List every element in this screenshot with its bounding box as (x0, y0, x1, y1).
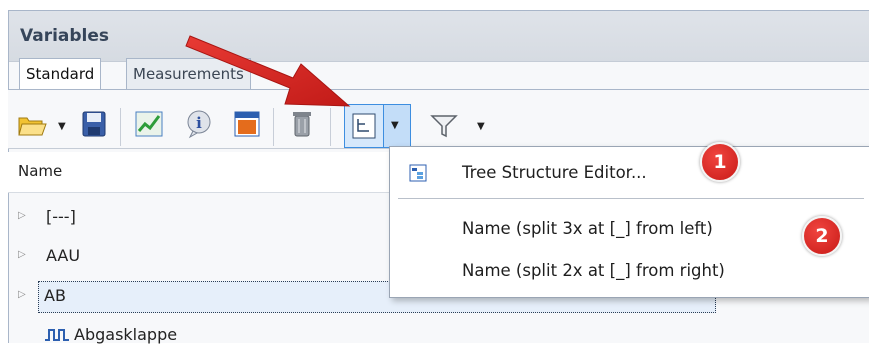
tab-standard[interactable]: Standard (19, 58, 102, 91)
menu-item-split-2x-right[interactable]: Name (split 2x at [_] from right) (390, 253, 868, 289)
tree-row-label: Abgasklappe (74, 325, 178, 344)
callout-badge-2: 2 (802, 216, 842, 256)
menu-item-label: Name (split 3x at [_] from left) (462, 219, 713, 238)
table-icon[interactable] (232, 109, 262, 139)
toolbar-separator (330, 108, 331, 146)
expand-arrow-icon[interactable]: ▷ (18, 210, 26, 221)
menu-item-label: Name (split 2x at [_] from right) (462, 261, 725, 280)
filter-dropdown-arrow[interactable]: ▼ (477, 121, 485, 132)
open-folder-icon[interactable] (16, 109, 48, 139)
tree-structure-button[interactable] (344, 104, 384, 148)
tree-row-label: [---] (46, 207, 76, 226)
toolbar-separator (273, 108, 274, 146)
tree-structure-icon (352, 113, 376, 139)
chevron-down-icon: ▼ (391, 120, 399, 131)
filter-icon[interactable] (428, 110, 460, 140)
tree-row[interactable]: Abgasklappe (8, 318, 869, 354)
tree-editor-icon (408, 163, 428, 187)
callout-badge-1: 1 (700, 142, 740, 182)
menu-item-split-3x-left[interactable]: Name (split 3x at [_] from left) (390, 211, 868, 247)
open-dropdown-arrow[interactable]: ▼ (58, 121, 66, 132)
toolbar-separator (120, 108, 121, 146)
menu-item-tree-structure-editor[interactable]: Tree Structure Editor... (390, 155, 868, 191)
info-icon[interactable]: i (184, 109, 214, 139)
save-icon[interactable] (80, 109, 108, 139)
tree-structure-menu: Tree Structure Editor... Name (split 3x … (389, 146, 869, 298)
expand-arrow-icon[interactable]: ▷ (18, 289, 26, 300)
tree-row-label: AAU (46, 246, 81, 265)
chart-icon[interactable] (134, 109, 164, 139)
panel-title: Variables (20, 26, 110, 46)
tab-measurements[interactable]: Measurements (126, 58, 251, 90)
panel-title-bar: Variables (9, 11, 869, 62)
menu-item-label: Tree Structure Editor... (462, 163, 647, 182)
column-header-name: Name (18, 162, 63, 180)
expand-arrow-icon[interactable]: ▷ (18, 249, 26, 260)
tree-row-label: AB (44, 286, 66, 305)
delete-icon[interactable] (288, 109, 316, 139)
menu-separator (398, 198, 864, 199)
tree-structure-dropdown-button[interactable]: ▼ (383, 104, 411, 148)
svg-text:i: i (196, 114, 202, 132)
signal-icon (44, 326, 70, 348)
